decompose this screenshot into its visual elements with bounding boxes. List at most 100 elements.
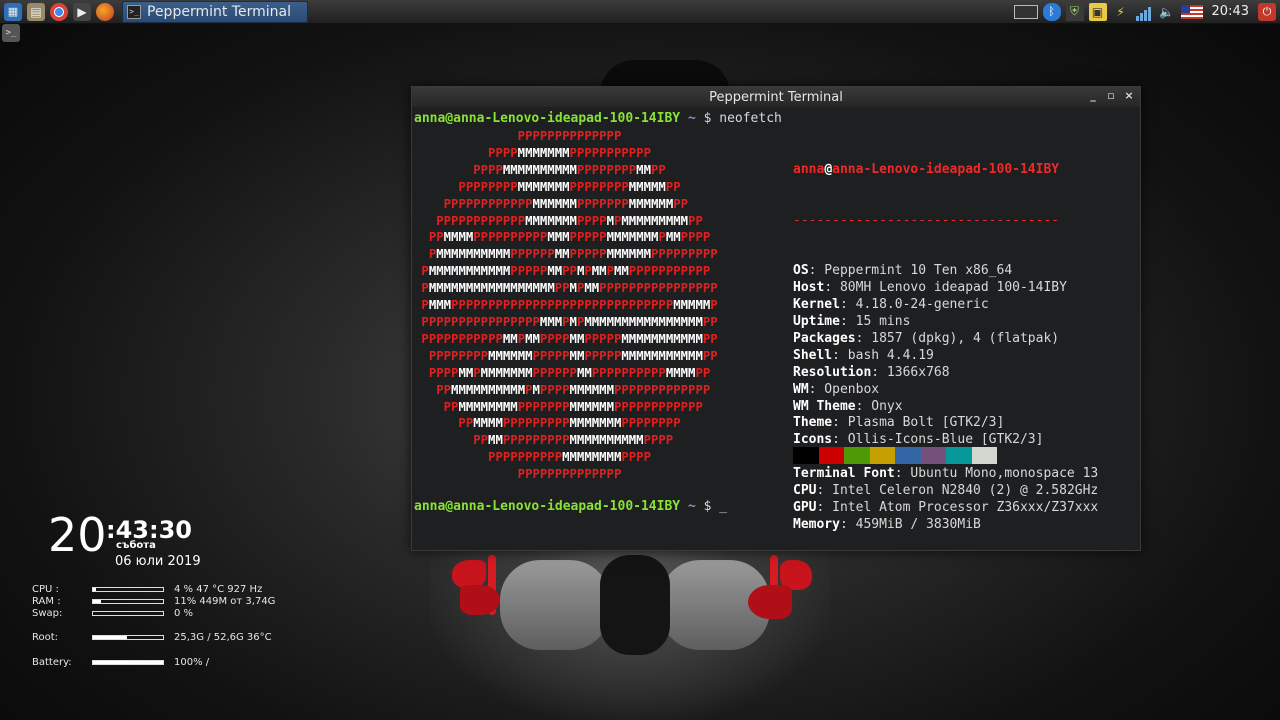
logo-line: PPPPPPPPPPPPMMMMMMMPPPPMPMMMMMMMMMPP: [436, 213, 703, 228]
conky-label: CPU :: [32, 584, 59, 595]
logout-icon[interactable]: ⏻: [1258, 2, 1276, 21]
menu-icon[interactable]: ▦: [4, 2, 22, 21]
logo-line: PMMMMMMMMMMPPPPPPMMPPPPPMMMMMMPPPPPPPPP: [428, 247, 718, 262]
shield-icon[interactable]: ⛨: [1065, 2, 1084, 21]
info-value: : 15 mins: [839, 313, 911, 329]
bluetooth-icon[interactable]: ᛒ: [1042, 2, 1061, 21]
terminal-window[interactable]: Peppermint Terminal _ ▫ × anna@anna-Leno…: [411, 86, 1141, 551]
neofetch-info: anna@anna-Lenovo-ideapad-100-14IBY -----…: [793, 128, 1098, 568]
info-row: Packages: 1857 (dpkg), 4 (flatpak): [793, 331, 1098, 348]
conky-row-swap: Swap: 0 %: [32, 608, 193, 619]
info-key: Terminal Font: [793, 466, 895, 482]
info-row: Terminal Font: Ubuntu Mono,monospace 13: [793, 466, 1098, 483]
info-row: WM Theme: Onyx: [793, 399, 1098, 416]
info-row: CPU: Intel Celeron N2840 (2) @ 2.582GHz: [793, 483, 1098, 500]
network-icon[interactable]: [1135, 3, 1153, 21]
palette-swatch: [946, 447, 972, 464]
volume-icon[interactable]: 🔈: [1158, 3, 1176, 21]
conky-bar: [92, 611, 164, 616]
logo-line: PPMMMMMMMMMMPMPPPPMMMMMMPPPPPPPPPPPPP: [436, 382, 711, 397]
info-row: Uptime: 15 mins: [793, 314, 1098, 331]
chrome-icon[interactable]: [50, 2, 68, 21]
info-key: GPU: [793, 499, 817, 515]
info-key: Uptime: [793, 313, 840, 329]
window-controls: _ ▫ ×: [1088, 89, 1134, 102]
logo-line: PPPPPPPPPPMMMMMMMMPPPP: [488, 450, 651, 465]
conky-clock: 20 :43:30 събота 06 юли 2019: [48, 510, 201, 569]
prompt-symbol: $: [703, 111, 712, 126]
wallpaper-shoe-left: [460, 585, 500, 615]
neofetch-separator: ----------------------------------: [793, 212, 1060, 228]
window-titlebar[interactable]: Peppermint Terminal _ ▫ ×: [412, 87, 1140, 107]
info-row: WM: Openbox: [793, 382, 1098, 399]
file-manager-icon[interactable]: ▤: [27, 2, 45, 21]
info-row: Theme: Plasma Bolt [GTK2/3]: [793, 415, 1098, 432]
minimize-button[interactable]: _: [1088, 89, 1098, 102]
conky-label: RAM :: [32, 596, 61, 607]
logo-line: PPPPMMMMMMMMMMPPPPPPPPMMPP: [473, 162, 666, 177]
conky-row-cpu: CPU : 4 % 47 °C 927 Hz: [32, 584, 262, 595]
logo-line: PMMMMMMMMMMMMMMMMMPPMPMMPPPPPPPPPPPPPPPP: [421, 281, 718, 296]
neofetch-host: anna-Lenovo-ideapad-100-14IBY: [832, 161, 1060, 177]
info-key: CPU: [793, 483, 817, 499]
conky-bar-fill: [93, 661, 163, 664]
conky-label: Root:: [32, 632, 59, 643]
info-value: : Ubuntu Mono,monospace 13: [894, 466, 1099, 482]
neofetch-header: anna@anna-Lenovo-ideapad-100-14IBY: [793, 162, 1098, 179]
logo-line: PPPPMMPMMMMMMMPPPPPPMMPPPPPPPPPPMMMMPP: [428, 365, 711, 380]
logo-line: PPPPMMMMMMMPPPPPPPPPPP: [488, 145, 651, 160]
conky-bar-fill: [93, 636, 127, 639]
info-value: : 1857 (dpkg), 4 (flatpak): [855, 330, 1060, 346]
info-key: Theme: [793, 415, 833, 431]
info-row: OS: Peppermint 10 Ten x86_64: [793, 263, 1098, 280]
info-value: : Peppermint 10 Ten x86_64: [808, 263, 1013, 279]
neofetch-at: @: [824, 161, 833, 177]
info-key: WM Theme: [793, 398, 856, 414]
firefox-icon[interactable]: [96, 2, 114, 21]
clipboard-icon[interactable]: ▣: [1088, 2, 1107, 21]
launcher-bar: ▦ ▤ >_ ▶: [0, 0, 114, 42]
logo-line: PMMMPPPPPPPPPPPPPPPPPPPPPPPPPPPPPPMMMMMP: [421, 298, 718, 313]
info-key: OS: [793, 263, 809, 279]
palette-swatch: [869, 447, 895, 464]
conky-weekday: събота: [116, 540, 156, 551]
keyboard-layout-flag-icon[interactable]: [1180, 4, 1203, 19]
wallpaper-shoe-left-top: [452, 560, 486, 588]
maximize-button[interactable]: ▫: [1106, 89, 1116, 102]
system-tray: ᛒ ⛨ ▣ ⚡ 🔈 20:43 ⏻: [1013, 0, 1280, 24]
logo-line: PPPPPPPPPPPPMMMMMMPPPPPPPMMMMMMPP: [443, 196, 689, 211]
terminal-icon: >_: [127, 4, 141, 19]
conky-bar: [92, 587, 164, 592]
info-row: Shell: bash 4.4.19: [793, 348, 1098, 365]
info-row: GPU: Intel Atom Processor Z36xxx/Z37xxx: [793, 500, 1098, 517]
info-row: Memory: 459MiB / 3830MiB: [793, 517, 1098, 534]
prompt-path: ~: [687, 499, 696, 514]
logo-line: PMMMMMMMMMMMPPPPPMMPPMPMMPMMPPPPPPPPPPP: [421, 264, 711, 279]
logo-line: PPMMMMMMMMPPPPPPPMMMMMMPPPPPPPPPPPP: [443, 399, 703, 414]
close-button[interactable]: ×: [1124, 89, 1134, 102]
prompt-user: anna@anna-Lenovo-ideapad-100-14IBY: [414, 111, 681, 126]
conky-row-ram: RAM : 11% 449M от 3,74G: [32, 596, 275, 607]
info-key: Icons: [793, 432, 833, 448]
info-row: Host: 80MH Lenovo ideapad 100-14IBY: [793, 280, 1098, 297]
info-key: Kernel: [793, 297, 840, 313]
wallpaper-leg-left: [500, 560, 610, 650]
logo-line: PPMMMMPPPPPPPPPPMMMPPPPPMMMMMMMPMMPPPP: [428, 230, 711, 245]
info-value: : 4.18.0-24-generic: [839, 297, 989, 313]
wallpaper-shoe-right: [748, 585, 792, 619]
conky-value: 4 % 47 °C 927 Hz: [174, 584, 263, 595]
terminal-icon[interactable]: >_: [2, 24, 20, 42]
prompt-line-2[interactable]: anna@anna-Lenovo-ideapad-100-14IBY ~ $ _: [414, 499, 727, 516]
terminal-cursor: _: [719, 499, 728, 514]
taskbar-button-terminal[interactable]: >_ Peppermint Terminal: [122, 0, 308, 23]
power-icon[interactable]: ⚡: [1112, 3, 1130, 21]
info-value: : Onyx: [855, 398, 903, 414]
conky-bar-fill: [93, 588, 96, 591]
info-value: : 80MH Lenovo ideapad 100-14IBY: [824, 280, 1067, 296]
logo-line: PPPPPPPPMMMMMMMPPPPPPPPMMMMMPP: [458, 179, 681, 194]
conky-bar: [92, 599, 164, 604]
palette-swatch: [793, 447, 819, 464]
panel-clock[interactable]: 20:43: [1212, 4, 1249, 19]
workspace-icon[interactable]: [1013, 4, 1038, 19]
media-player-icon[interactable]: ▶: [73, 2, 91, 21]
